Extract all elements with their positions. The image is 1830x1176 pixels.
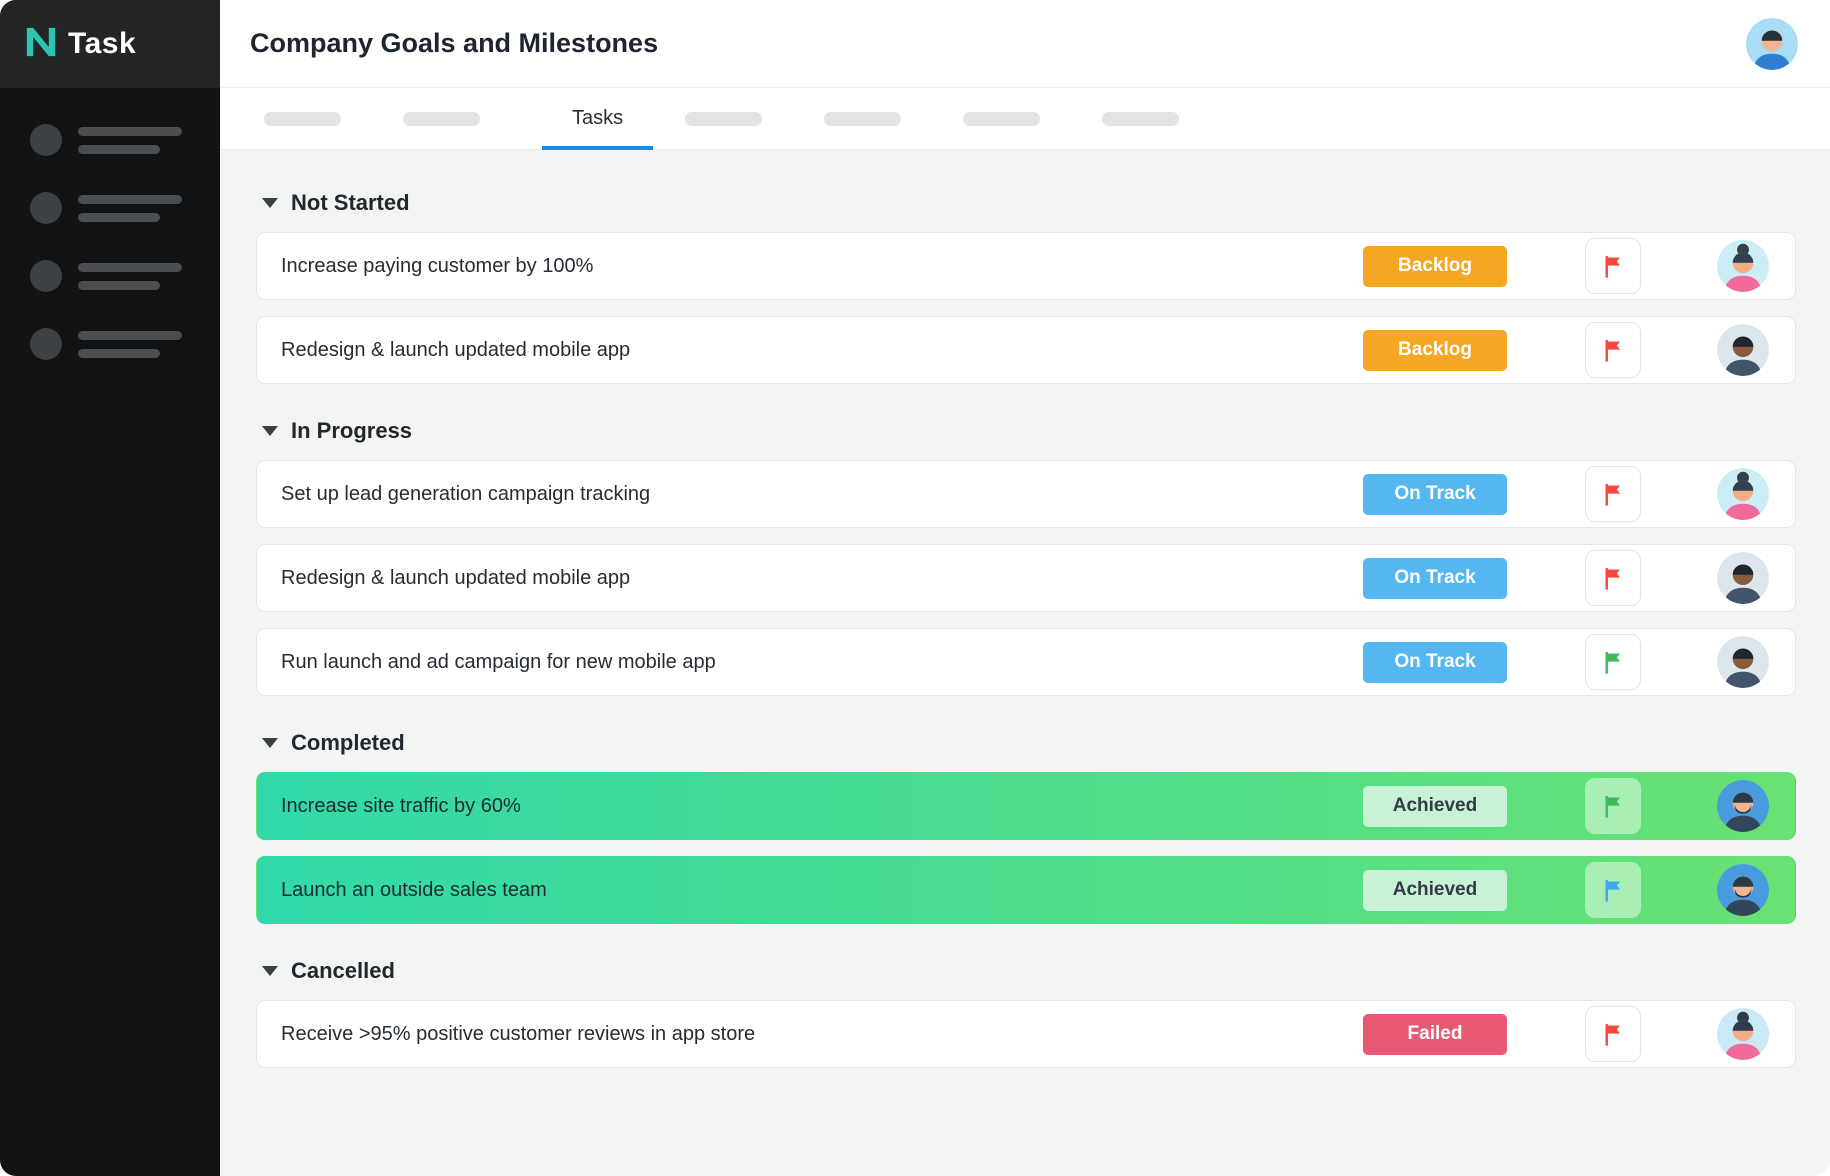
collapse-caret-icon [262,198,278,208]
section-rows: Increase site traffic by 60% Achieved La… [256,772,1796,924]
task-row[interactable]: Run launch and ad campaign for new mobil… [256,628,1796,696]
sidebar-skeleton-list [0,88,220,360]
section-header[interactable]: In Progress [262,418,1796,444]
flag-button[interactable] [1585,1006,1641,1062]
task-row[interactable]: Receive >95% positive customer reviews i… [256,1000,1796,1068]
task-title: Launch an outside sales team [281,879,1363,902]
task-row[interactable]: Redesign & launch updated mobile app Bac… [256,316,1796,384]
brand-icon [24,25,58,64]
collapse-caret-icon [262,966,278,976]
flag-button[interactable] [1585,466,1641,522]
tab-tasks[interactable]: Tasks [542,88,653,149]
task-section: Completed Increase site traffic by 60% A… [256,730,1796,924]
assignee-avatar[interactable] [1717,780,1769,832]
collapse-caret-icon [262,738,278,748]
sidebar: Task [0,0,220,1176]
sidebar-skeleton-item [30,124,220,156]
task-title: Increase paying customer by 100% [281,255,1363,278]
status-badge[interactable]: Failed [1363,1014,1507,1055]
brand-logo[interactable]: Task [0,0,220,88]
skeleton-circle [30,328,62,360]
status-badge[interactable]: Backlog [1363,330,1507,371]
section-rows: Increase paying customer by 100% Backlog… [256,232,1796,384]
task-title: Run launch and ad campaign for new mobil… [281,651,1363,674]
flag-button[interactable] [1585,634,1641,690]
status-badge[interactable]: On Track [1363,642,1507,683]
task-row[interactable]: Increase paying customer by 100% Backlog [256,232,1796,300]
brand-name: Task [68,27,136,61]
flag-button[interactable] [1585,778,1641,834]
task-title: Redesign & launch updated mobile app [281,339,1363,362]
status-badge[interactable]: On Track [1363,558,1507,599]
assignee-avatar[interactable] [1717,468,1769,520]
task-title: Set up lead generation campaign tracking [281,483,1363,506]
skeleton-line [78,263,182,272]
tab-placeholder [1102,112,1179,126]
skeleton-circle [30,124,62,156]
tab-tasks-label: Tasks [572,107,623,130]
collapse-caret-icon [262,426,278,436]
assignee-avatar[interactable] [1717,324,1769,376]
task-row[interactable]: Set up lead generation campaign tracking… [256,460,1796,528]
skeleton-line [78,195,182,204]
flag-button[interactable] [1585,322,1641,378]
task-board: Not Started Increase paying customer by … [220,150,1830,1176]
task-title: Receive >95% positive customer reviews i… [281,1023,1363,1046]
flag-button[interactable] [1585,238,1641,294]
skeleton-line [78,213,160,222]
section-title: Cancelled [291,958,395,984]
status-badge[interactable]: Backlog [1363,246,1507,287]
skeleton-line [78,145,160,154]
assignee-avatar[interactable] [1717,636,1769,688]
task-row[interactable]: Launch an outside sales team Achieved [256,856,1796,924]
assignee-avatar[interactable] [1717,1008,1769,1060]
tab-placeholder [403,112,480,126]
flag-button[interactable] [1585,862,1641,918]
section-header[interactable]: Not Started [262,190,1796,216]
status-badge[interactable]: Achieved [1363,786,1507,827]
section-header[interactable]: Cancelled [262,958,1796,984]
section-header[interactable]: Completed [262,730,1796,756]
skeleton-line [78,349,160,358]
page-header: Company Goals and Milestones [220,0,1830,88]
task-row[interactable]: Increase site traffic by 60% Achieved [256,772,1796,840]
section-rows: Set up lead generation campaign tracking… [256,460,1796,696]
task-row[interactable]: Redesign & launch updated mobile app On … [256,544,1796,612]
sidebar-skeleton-item [30,192,220,224]
tab-bar: Tasks [220,88,1830,150]
assignee-avatar[interactable] [1717,552,1769,604]
page-title: Company Goals and Milestones [250,28,658,59]
tab-placeholder [963,112,1040,126]
assignee-avatar[interactable] [1717,240,1769,292]
task-section: In Progress Set up lead generation campa… [256,418,1796,696]
skeleton-line [78,281,160,290]
section-title: Completed [291,730,405,756]
task-section: Not Started Increase paying customer by … [256,190,1796,384]
tab-placeholder [824,112,901,126]
sidebar-skeleton-item [30,260,220,292]
skeleton-line [78,331,182,340]
skeleton-circle [30,192,62,224]
section-title: Not Started [291,190,410,216]
app-window: Task Company Goals and Milestones [0,0,1830,1176]
flag-button[interactable] [1585,550,1641,606]
section-rows: Receive >95% positive customer reviews i… [256,1000,1796,1068]
task-title: Increase site traffic by 60% [281,795,1363,818]
section-title: In Progress [291,418,412,444]
status-badge[interactable]: On Track [1363,474,1507,515]
status-badge[interactable]: Achieved [1363,870,1507,911]
tab-placeholder [685,112,762,126]
user-avatar[interactable] [1746,18,1798,70]
task-title: Redesign & launch updated mobile app [281,567,1363,590]
main-area: Company Goals and Milestones Tasks [220,0,1830,1176]
task-section: Cancelled Receive >95% positive customer… [256,958,1796,1068]
tab-placeholder [264,112,341,126]
skeleton-line [78,127,182,136]
assignee-avatar[interactable] [1717,864,1769,916]
sidebar-skeleton-item [30,328,220,360]
skeleton-circle [30,260,62,292]
